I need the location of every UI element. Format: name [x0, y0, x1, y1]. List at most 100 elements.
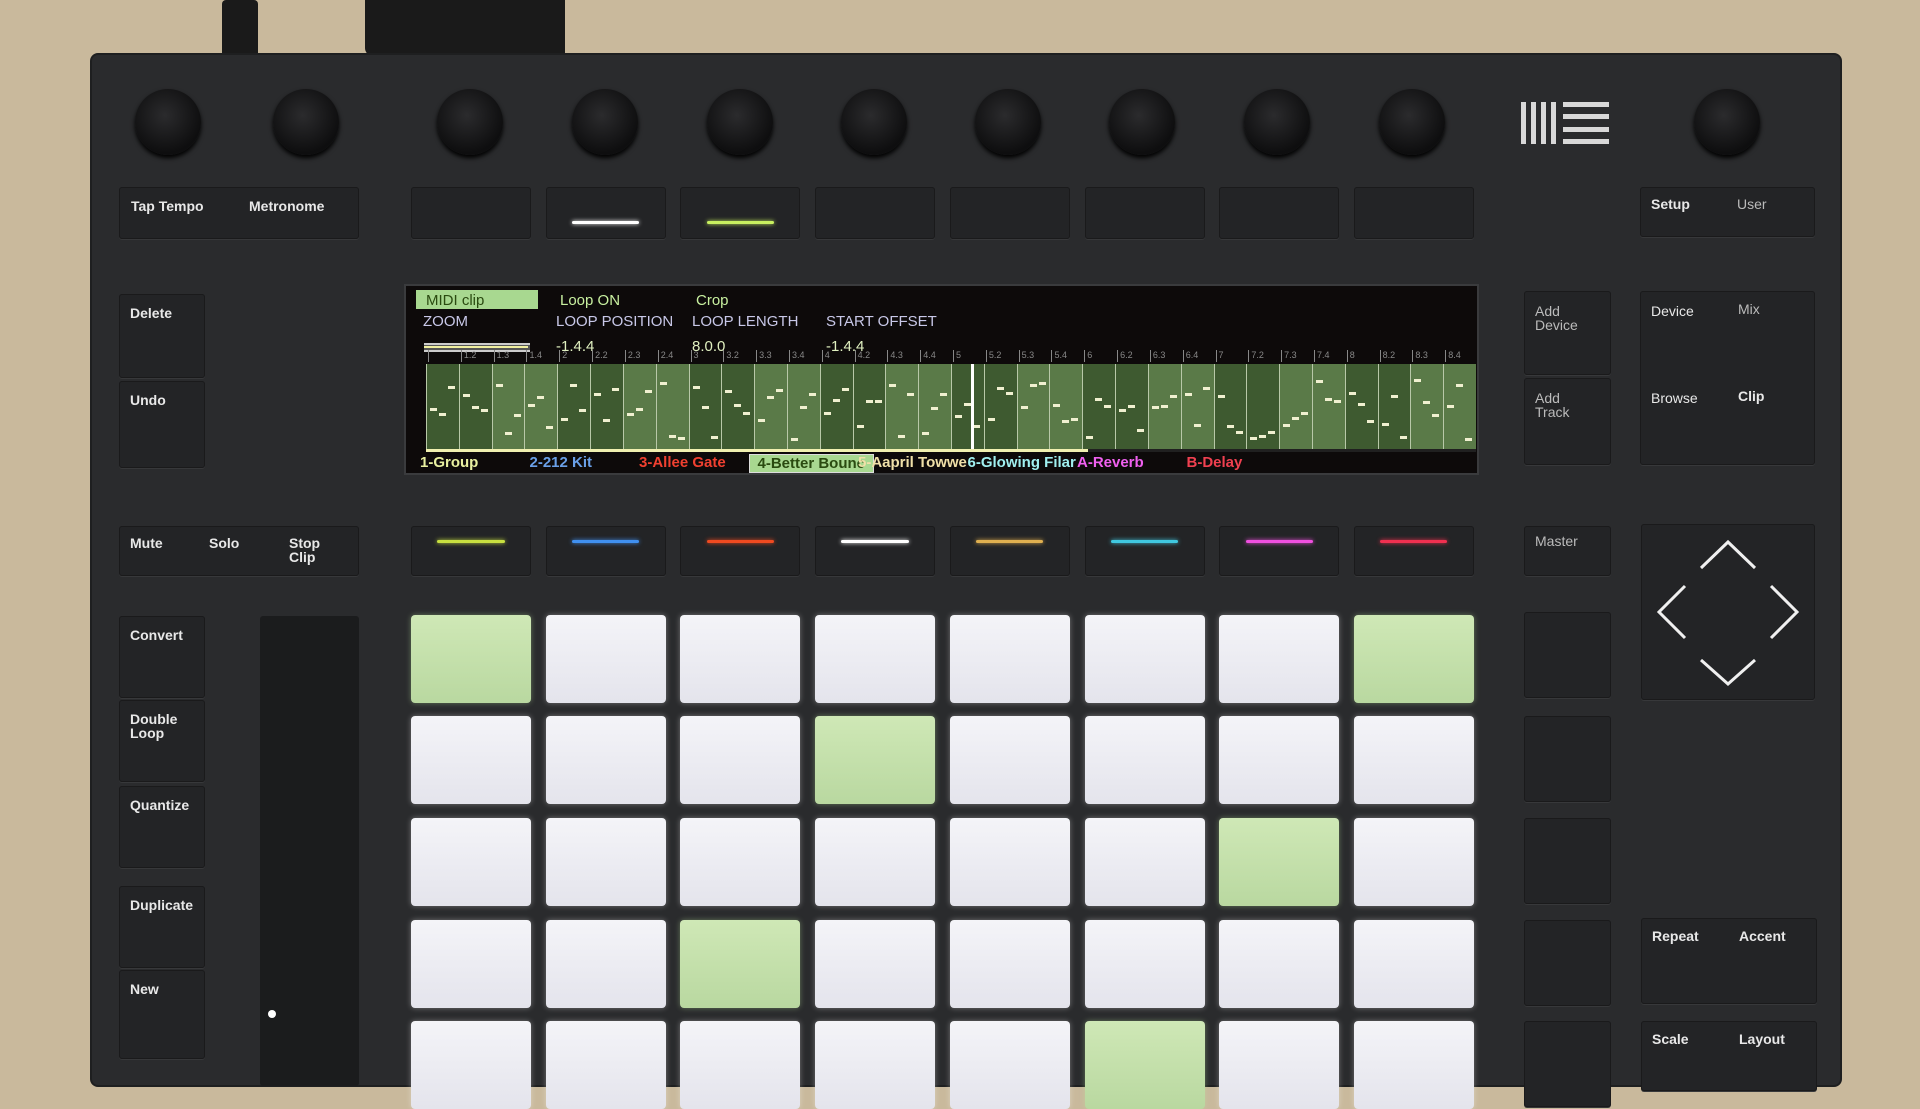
arrow-left-icon[interactable] — [1656, 584, 1687, 640]
repeat-button[interactable]: Repeat — [1652, 929, 1699, 943]
midi-note[interactable] — [448, 385, 455, 389]
pad[interactable] — [815, 615, 936, 703]
pad[interactable] — [949, 818, 1070, 906]
midi-note[interactable] — [570, 383, 578, 387]
track-select-top-button[interactable] — [680, 187, 801, 239]
midi-note[interactable] — [1399, 436, 1407, 440]
midi-note[interactable] — [1119, 408, 1127, 412]
pad[interactable] — [949, 716, 1070, 804]
track-select-bottom-button[interactable] — [949, 526, 1070, 576]
track-select-top-button[interactable] — [545, 187, 666, 239]
browse-button[interactable]: Browse — [1651, 391, 1698, 405]
accent-button[interactable]: Accent — [1739, 929, 1786, 943]
midi-note[interactable] — [635, 408, 643, 412]
pad[interactable] — [1353, 920, 1474, 1008]
midi-note[interactable] — [889, 383, 897, 387]
midi-note[interactable] — [734, 404, 742, 408]
midi-note[interactable] — [1390, 395, 1398, 398]
track-select-bottom-button[interactable] — [1084, 526, 1205, 576]
midi-note[interactable] — [504, 431, 512, 435]
track-select-top-button[interactable] — [1219, 187, 1340, 239]
midi-note[interactable] — [865, 400, 873, 404]
tempo-knob[interactable] — [135, 89, 201, 155]
midi-note[interactable] — [612, 388, 620, 392]
midi-note[interactable] — [1292, 417, 1300, 421]
pad[interactable] — [815, 920, 936, 1008]
midi-note[interactable] — [546, 425, 554, 429]
quantize-button[interactable]: Quantize — [119, 786, 205, 868]
encoder-knob[interactable] — [572, 89, 638, 155]
pad[interactable] — [1353, 1021, 1474, 1109]
midi-note[interactable] — [561, 418, 569, 422]
midi-note[interactable] — [776, 389, 784, 393]
track-select-bottom-button[interactable] — [545, 526, 666, 576]
pad[interactable] — [815, 716, 936, 804]
pad[interactable] — [680, 615, 801, 703]
track-select-bottom-button[interactable] — [1219, 526, 1340, 576]
pad[interactable] — [1219, 615, 1340, 703]
midi-note[interactable] — [677, 437, 685, 441]
track-select-top-button[interactable] — [1084, 187, 1205, 239]
midi-note[interactable] — [692, 386, 700, 390]
midi-note[interactable] — [579, 408, 587, 412]
encoder-knob[interactable] — [1109, 89, 1175, 155]
midi-note[interactable] — [1432, 414, 1440, 418]
midi-note[interactable] — [1423, 400, 1431, 404]
midi-note[interactable] — [922, 432, 930, 436]
pad[interactable] — [1084, 818, 1205, 906]
pad[interactable] — [411, 920, 531, 1008]
midi-note[interactable] — [874, 400, 882, 403]
pad[interactable] — [1353, 615, 1474, 703]
midi-note[interactable] — [1029, 384, 1037, 388]
midi-note[interactable] — [644, 389, 652, 393]
master-volume-knob[interactable] — [1694, 89, 1760, 155]
midi-note[interactable] — [758, 419, 766, 423]
swing-knob[interactable] — [273, 89, 339, 155]
duplicate-button[interactable]: Duplicate — [119, 886, 205, 968]
midi-note[interactable] — [987, 418, 995, 422]
pad[interactable] — [545, 1021, 666, 1109]
midi-note[interactable] — [594, 393, 602, 397]
pad[interactable] — [545, 615, 666, 703]
pad[interactable] — [1219, 920, 1340, 1008]
midi-note[interactable] — [1456, 384, 1464, 388]
track-tab[interactable]: 6-Glowing Filar — [968, 454, 1076, 471]
midi-note[interactable] — [1348, 391, 1356, 395]
midi-note[interactable] — [823, 411, 831, 415]
midi-note[interactable] — [790, 438, 798, 442]
midi-note[interactable] — [1005, 392, 1013, 396]
midi-note[interactable] — [1095, 398, 1103, 402]
midi-note[interactable] — [1160, 405, 1168, 409]
scene-launch-button[interactable] — [1524, 920, 1611, 1006]
convert-button[interactable]: Convert — [119, 616, 205, 698]
midi-note[interactable] — [1053, 403, 1061, 407]
device-button[interactable]: Device — [1651, 304, 1694, 318]
midi-note[interactable] — [1038, 381, 1046, 385]
track-select-top-button[interactable] — [815, 187, 936, 239]
midi-note[interactable] — [1151, 406, 1159, 410]
new-button[interactable]: New — [119, 970, 205, 1059]
midi-note[interactable] — [1184, 393, 1192, 397]
pad[interactable] — [1084, 920, 1205, 1008]
scene-launch-button[interactable] — [1524, 612, 1611, 698]
midi-note[interactable] — [767, 395, 775, 399]
midi-note[interactable] — [626, 412, 634, 416]
midi-note[interactable] — [710, 436, 718, 440]
double-loop-button[interactable]: Double Loop — [119, 700, 205, 782]
stop-clip-button[interactable]: Stop Clip — [289, 536, 329, 564]
midi-note[interactable] — [841, 388, 849, 392]
add-track-button[interactable]: Add Track — [1524, 378, 1611, 465]
midi-note[interactable] — [1202, 386, 1210, 390]
track-select-bottom-button[interactable] — [680, 526, 801, 576]
midi-note[interactable] — [1086, 436, 1094, 440]
midi-note[interactable] — [799, 405, 807, 409]
pad[interactable] — [411, 615, 531, 703]
midi-note[interactable] — [430, 408, 437, 412]
midi-note[interactable] — [1169, 394, 1177, 398]
midi-note[interactable] — [1301, 412, 1309, 416]
pad[interactable] — [680, 920, 801, 1008]
pad[interactable] — [1084, 716, 1205, 804]
midi-note[interactable] — [1315, 380, 1323, 384]
midi-note[interactable] — [1259, 434, 1267, 438]
midi-note[interactable] — [1217, 395, 1225, 399]
